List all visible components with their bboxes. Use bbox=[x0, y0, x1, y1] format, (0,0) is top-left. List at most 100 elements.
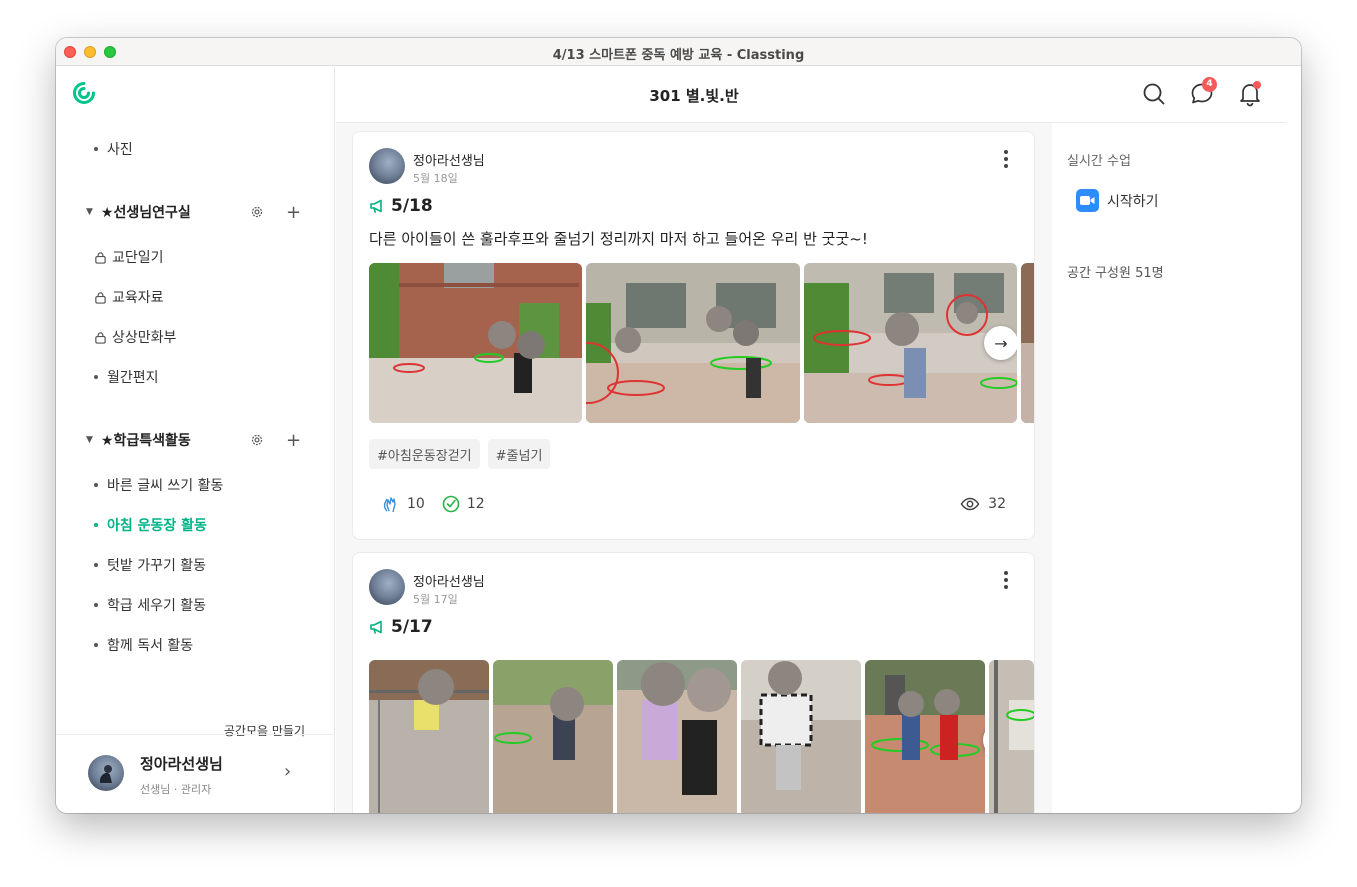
main-area: 301 별.빛.반 4 정아라선생님 5월 18일 5/18 다른 아이들이 쓴… bbox=[336, 67, 1286, 813]
lock-icon bbox=[95, 331, 106, 344]
avatar[interactable] bbox=[369, 148, 405, 184]
photo-carousel: → bbox=[369, 660, 1034, 813]
reaction-bar: 10 12 bbox=[381, 494, 501, 514]
sidebar-item-label: 월간편지 bbox=[107, 370, 159, 386]
bullet-icon bbox=[94, 563, 98, 567]
section-title: ★선생님연구실 bbox=[100, 205, 191, 221]
lock-icon bbox=[95, 291, 106, 304]
sidebar-item-label: 상상만화부 bbox=[112, 330, 177, 346]
sidebar: 사진 ▼ ★선생님연구실 + 교단일기 교육자료 상상만화부 월간편지 ▼ ★학… bbox=[56, 67, 335, 813]
chat-badge: 4 bbox=[1202, 77, 1217, 92]
sidebar-item-label: 텃밭 가꾸기 활동 bbox=[107, 558, 207, 574]
check-circle-icon[interactable] bbox=[441, 494, 461, 514]
members-count[interactable]: 공간 구성원 51명 bbox=[1067, 262, 1164, 281]
section-title: ★학급특색활동 bbox=[100, 433, 191, 449]
chevron-right-icon[interactable]: › bbox=[284, 761, 291, 782]
more-options-icon[interactable] bbox=[1004, 571, 1008, 592]
post-photo[interactable]: → bbox=[865, 660, 985, 813]
sidebar-item-teaching-diary[interactable]: 교단일기 bbox=[94, 245, 164, 269]
sidebar-item-morning-playground[interactable]: 아침 운동장 활동 bbox=[94, 513, 207, 537]
post-card: 정아라선생님 5월 18일 5/18 다른 아이들이 쓴 훌라후프와 줄넘기 정… bbox=[352, 131, 1035, 540]
profile-footer[interactable]: 정아라선생님 선생님 · 관리자 › bbox=[56, 734, 335, 813]
bullet-icon bbox=[94, 523, 98, 527]
bullet-icon bbox=[94, 375, 98, 379]
caret-down-icon: ▼ bbox=[86, 435, 93, 445]
bullet-icon bbox=[94, 147, 98, 151]
add-board-button[interactable]: + bbox=[286, 432, 301, 450]
lock-icon bbox=[95, 251, 106, 264]
sidebar-item-reading[interactable]: 함께 독서 활동 bbox=[94, 633, 193, 657]
photo-carousel: → bbox=[369, 263, 1034, 423]
sidebar-item-monthly-letter[interactable]: 월간편지 bbox=[94, 365, 159, 389]
avatar[interactable] bbox=[369, 569, 405, 605]
post-photo[interactable] bbox=[369, 660, 489, 813]
check-count: 12 bbox=[466, 496, 485, 512]
bullet-icon bbox=[94, 603, 98, 607]
post-date: 5월 18일 bbox=[413, 172, 458, 185]
bullet-icon bbox=[94, 483, 98, 487]
megaphone-icon bbox=[370, 199, 382, 213]
bullet-icon bbox=[94, 643, 98, 647]
post-author[interactable]: 정아라선생님 bbox=[413, 150, 485, 169]
post-title: 5/18 bbox=[369, 196, 433, 216]
sidebar-item-handwriting[interactable]: 바른 글씨 쓰기 활동 bbox=[94, 473, 223, 497]
start-label: 시작하기 bbox=[1107, 193, 1159, 210]
view-count-area: 32 bbox=[960, 494, 1006, 514]
more-options-icon[interactable] bbox=[1004, 150, 1008, 171]
post-title-text: 5/18 bbox=[391, 196, 433, 216]
post-card: 정아라선생님 5월 17일 5/17 bbox=[352, 552, 1035, 813]
video-camera-icon bbox=[1076, 189, 1099, 212]
caret-down-icon: ▼ bbox=[86, 207, 93, 217]
sidebar-item-label: 바른 글씨 쓰기 활동 bbox=[107, 478, 224, 494]
start-live-class-button[interactable]: 시작하기 bbox=[1076, 189, 1159, 212]
post-photo[interactable] bbox=[586, 263, 800, 423]
window-title: 4/13 스마트폰 중독 예방 교육 - Classting bbox=[552, 48, 805, 63]
post-photo[interactable] bbox=[617, 660, 737, 813]
post-date: 5월 17일 bbox=[413, 593, 458, 606]
megaphone-icon bbox=[370, 620, 382, 634]
sidebar-item-label: 함께 독서 활동 bbox=[107, 638, 194, 654]
notification-dot bbox=[1253, 81, 1261, 89]
section-header-class-activities[interactable]: ▼ ★학급특색활동 bbox=[86, 428, 306, 452]
sidebar-item-education-materials[interactable]: 교육자료 bbox=[94, 285, 164, 309]
tag-list: #아침운동장걷기 #줄넘기 bbox=[369, 439, 551, 469]
section-header-teacher-lab[interactable]: ▼ ★선생님연구실 bbox=[86, 200, 306, 224]
top-bar: 301 별.빛.반 4 bbox=[336, 67, 1286, 123]
post-title-text: 5/17 bbox=[391, 617, 433, 637]
sidebar-item-garden[interactable]: 텃밭 가꾸기 활동 bbox=[94, 553, 206, 577]
sidebar-item-class-building[interactable]: 학급 세우기 활동 bbox=[94, 593, 206, 617]
post-photo[interactable]: → bbox=[804, 263, 1017, 423]
gear-icon[interactable] bbox=[250, 433, 264, 447]
class-title: 301 별.빛.반 bbox=[649, 87, 739, 105]
post-photo[interactable] bbox=[369, 263, 582, 423]
sidebar-item-label: 학급 세우기 활동 bbox=[107, 598, 207, 614]
classting-logo-icon[interactable] bbox=[72, 81, 96, 105]
sidebar-item-comic-club[interactable]: 상상만화부 bbox=[94, 325, 176, 349]
sidebar-item-photos[interactable]: 사진 bbox=[94, 137, 133, 161]
avatar bbox=[88, 755, 124, 791]
sidebar-item-label: 교단일기 bbox=[112, 250, 164, 266]
hashtag[interactable]: #줄넘기 bbox=[487, 439, 551, 469]
post-author[interactable]: 정아라선생님 bbox=[413, 571, 485, 590]
carousel-next-button[interactable]: → bbox=[984, 326, 1017, 360]
view-count: 32 bbox=[988, 496, 1006, 512]
post-photo[interactable] bbox=[493, 660, 613, 813]
post-body: 다른 아이들이 쓴 훌라후프와 줄넘기 정리까지 마저 하고 들어온 우리 반 … bbox=[369, 230, 868, 248]
add-board-button[interactable]: + bbox=[286, 204, 301, 222]
hashtag[interactable]: #아침운동장걷기 bbox=[369, 439, 480, 469]
search-icon[interactable] bbox=[1141, 81, 1167, 107]
post-photo[interactable] bbox=[741, 660, 861, 813]
post-title: 5/17 bbox=[369, 617, 433, 637]
eye-icon bbox=[960, 497, 980, 511]
title-bar: 4/13 스마트폰 중독 예방 교육 - Classting bbox=[56, 38, 1301, 66]
sidebar-item-label: 아침 운동장 활동 bbox=[107, 518, 207, 534]
right-panel: 실시간 수업 시작하기 공간 구성원 51명 bbox=[1052, 123, 1286, 813]
clap-count: 10 bbox=[407, 496, 425, 512]
live-class-label: 실시간 수업 bbox=[1067, 154, 1131, 169]
post-photo[interactable] bbox=[1021, 263, 1034, 423]
clap-icon[interactable] bbox=[381, 494, 401, 514]
post-photo[interactable] bbox=[989, 660, 1034, 813]
gear-icon[interactable] bbox=[250, 205, 264, 219]
app-window: 4/13 스마트폰 중독 예방 교육 - Classting 사진 ▼ ★선생님… bbox=[56, 38, 1301, 813]
profile-name: 정아라선생님 bbox=[140, 755, 223, 773]
